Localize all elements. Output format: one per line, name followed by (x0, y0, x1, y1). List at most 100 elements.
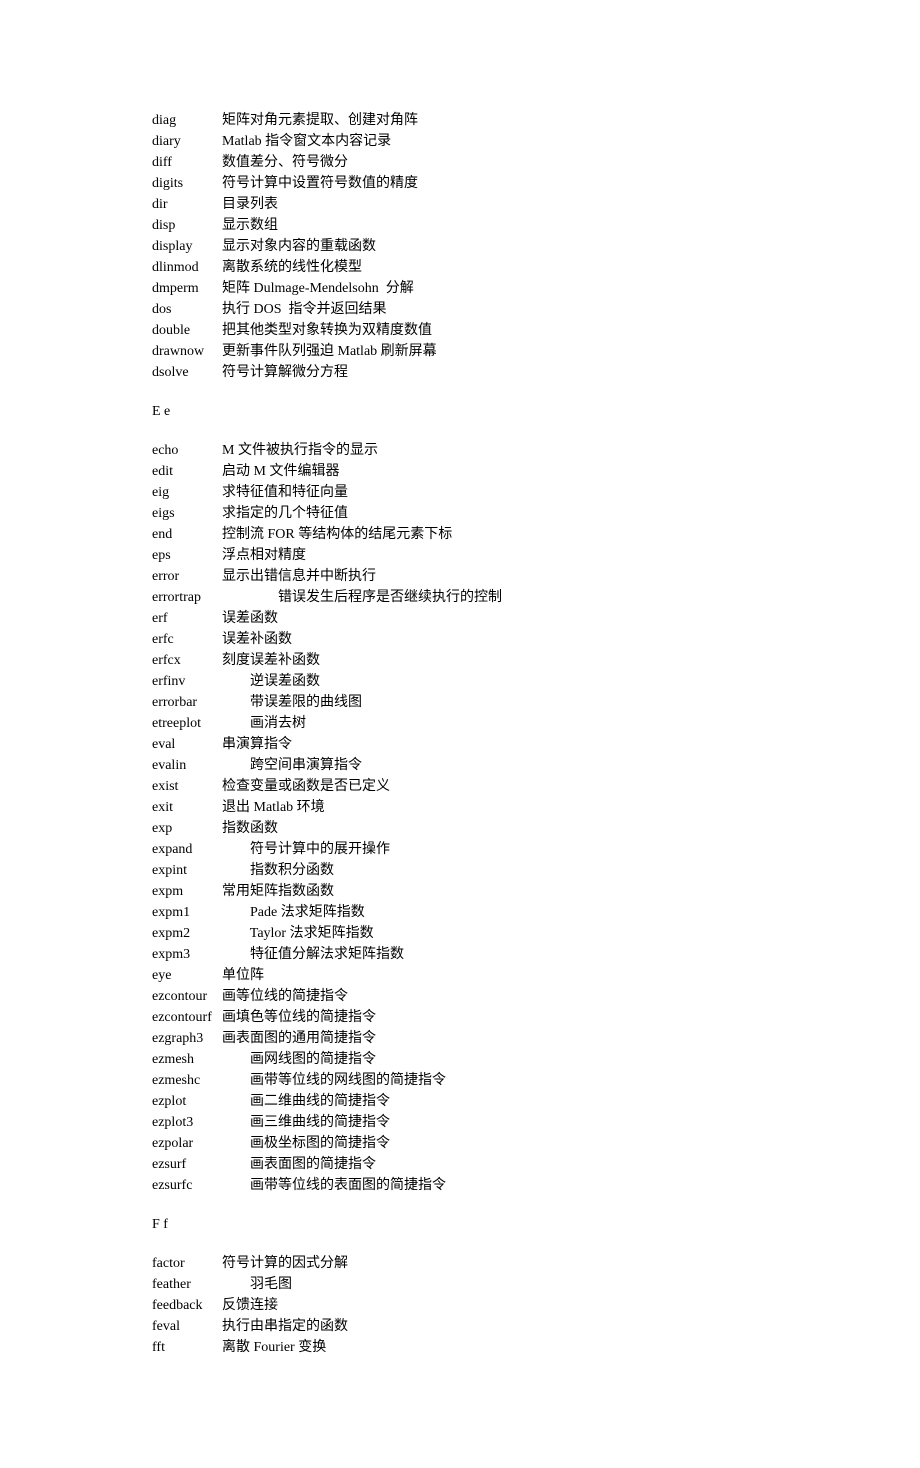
command-entry: erfcx刻度误差补函数 (152, 650, 768, 671)
command-name: errorbar (152, 692, 222, 713)
command-description: 画消去树 (222, 713, 768, 734)
command-entry: ezcontourf画填色等位线的简捷指令 (152, 1007, 768, 1028)
command-description: 带误差限的曲线图 (222, 692, 768, 713)
command-name: double (152, 320, 222, 341)
command-name: diag (152, 110, 222, 131)
command-name: erfc (152, 629, 222, 650)
document-content: diag矩阵对角元素提取、创建对角阵diaryMatlab 指令窗文本内容记录d… (152, 110, 768, 1358)
command-description: 常用矩阵指数函数 (222, 881, 768, 902)
command-description: 矩阵 Dulmage-Mendelsohn 分解 (222, 278, 768, 299)
command-description: 符号计算的因式分解 (222, 1253, 768, 1274)
command-name: expand (152, 839, 222, 860)
command-entry: expm常用矩阵指数函数 (152, 881, 768, 902)
command-name: exist (152, 776, 222, 797)
command-name: feather (152, 1274, 222, 1295)
command-name: errortrap (152, 587, 222, 608)
command-description: 矩阵对角元素提取、创建对角阵 (222, 110, 768, 131)
command-name: ezpolar (152, 1133, 222, 1154)
command-name: eigs (152, 503, 222, 524)
command-description: 错误发生后程序是否继续执行的控制 (222, 587, 768, 608)
command-description: Pade 法求矩阵指数 (222, 902, 768, 923)
command-name: error (152, 566, 222, 587)
command-description: 画等位线的简捷指令 (222, 986, 768, 1007)
command-entry: etreeplot 画消去树 (152, 713, 768, 734)
command-description: 误差函数 (222, 608, 768, 629)
command-name: ezsurf (152, 1154, 222, 1175)
command-entry: ezsurfc 画带等位线的表面图的简捷指令 (152, 1175, 768, 1196)
command-entry: expand 符号计算中的展开操作 (152, 839, 768, 860)
command-description: 浮点相对精度 (222, 545, 768, 566)
command-description: 刻度误差补函数 (222, 650, 768, 671)
command-name: ezplot3 (152, 1112, 222, 1133)
command-description: 跨空间串演算指令 (222, 755, 768, 776)
command-description: 画表面图的简捷指令 (222, 1154, 768, 1175)
command-description: 画极坐标图的简捷指令 (222, 1133, 768, 1154)
command-name: erf (152, 608, 222, 629)
command-name: ezmesh (152, 1049, 222, 1070)
command-description: 画带等位线的网线图的简捷指令 (222, 1070, 768, 1091)
command-name: expm3 (152, 944, 222, 965)
command-entry: expm1 Pade 法求矩阵指数 (152, 902, 768, 923)
command-description: 羽毛图 (222, 1274, 768, 1295)
command-entry: expm3 特征值分解法求矩阵指数 (152, 944, 768, 965)
command-description: Taylor 法求矩阵指数 (222, 923, 768, 944)
command-description: M 文件被执行指令的显示 (222, 440, 768, 461)
command-name: eval (152, 734, 222, 755)
command-name: dlinmod (152, 257, 222, 278)
command-entry: errortrap 错误发生后程序是否继续执行的控制 (152, 587, 768, 608)
command-entry: diff数值差分、符号微分 (152, 152, 768, 173)
command-name: display (152, 236, 222, 257)
command-entry: exp指数函数 (152, 818, 768, 839)
command-entry: drawnow更新事件队列强迫 Matlab 刷新屏幕 (152, 341, 768, 362)
command-entry: feedback反馈连接 (152, 1295, 768, 1316)
command-entry: expm2 Taylor 法求矩阵指数 (152, 923, 768, 944)
command-entry: expint 指数积分函数 (152, 860, 768, 881)
command-entry: dsolve符号计算解微分方程 (152, 362, 768, 383)
command-entry: display显示对象内容的重载函数 (152, 236, 768, 257)
command-description: 数值差分、符号微分 (222, 152, 768, 173)
command-description: 离散 Fourier 变换 (222, 1337, 768, 1358)
command-entry: feather 羽毛图 (152, 1274, 768, 1295)
command-description: 目录列表 (222, 194, 768, 215)
command-description: 逆误差函数 (222, 671, 768, 692)
command-entry: ezgraph3画表面图的通用简捷指令 (152, 1028, 768, 1049)
command-entry: eval串演算指令 (152, 734, 768, 755)
command-name: factor (152, 1253, 222, 1274)
command-description: 符号计算中的展开操作 (222, 839, 768, 860)
command-name: dsolve (152, 362, 222, 383)
command-entry: ezmesh 画网线图的简捷指令 (152, 1049, 768, 1070)
command-description: Matlab 指令窗文本内容记录 (222, 131, 768, 152)
command-name: expm (152, 881, 222, 902)
command-name: fft (152, 1337, 222, 1358)
command-entry: error显示出错信息并中断执行 (152, 566, 768, 587)
command-description: 单位阵 (222, 965, 768, 986)
command-name: edit (152, 461, 222, 482)
command-name: digits (152, 173, 222, 194)
command-entry: edit启动 M 文件编辑器 (152, 461, 768, 482)
command-description: 指数积分函数 (222, 860, 768, 881)
command-description: 执行 DOS 指令并返回结果 (222, 299, 768, 320)
command-entry: feval执行由串指定的函数 (152, 1316, 768, 1337)
command-description: 离散系统的线性化模型 (222, 257, 768, 278)
command-name: disp (152, 215, 222, 236)
command-name: diary (152, 131, 222, 152)
command-description: 显示出错信息并中断执行 (222, 566, 768, 587)
command-entry: eps浮点相对精度 (152, 545, 768, 566)
command-entry: ezplot 画二维曲线的简捷指令 (152, 1091, 768, 1112)
command-entry: eigs求指定的几个特征值 (152, 503, 768, 524)
command-name: dos (152, 299, 222, 320)
command-entry: fft离散 Fourier 变换 (152, 1337, 768, 1358)
command-description: 符号计算解微分方程 (222, 362, 768, 383)
command-description: 求特征值和特征向量 (222, 482, 768, 503)
command-description: 控制流 FOR 等结构体的结尾元素下标 (222, 524, 768, 545)
command-name: drawnow (152, 341, 222, 362)
command-name: dir (152, 194, 222, 215)
command-entry: digits符号计算中设置符号数值的精度 (152, 173, 768, 194)
command-entry: diag矩阵对角元素提取、创建对角阵 (152, 110, 768, 131)
command-description: 画表面图的通用简捷指令 (222, 1028, 768, 1049)
command-name: ezmeshc (152, 1070, 222, 1091)
command-description: 把其他类型对象转换为双精度数值 (222, 320, 768, 341)
command-entry: ezpolar 画极坐标图的简捷指令 (152, 1133, 768, 1154)
command-name: expm2 (152, 923, 222, 944)
command-description: 画网线图的简捷指令 (222, 1049, 768, 1070)
